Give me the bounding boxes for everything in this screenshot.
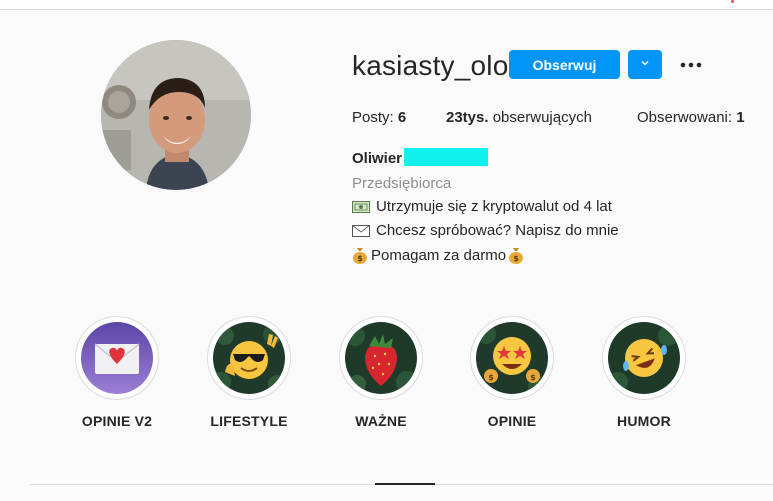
following-label: Obserwowani:	[637, 109, 733, 126]
followers-label: obserwujących	[492, 109, 592, 126]
profile-avatar[interactable]	[101, 40, 251, 190]
bio-line: Utrzymuje się z kryptowalut od 4 lat	[352, 198, 612, 215]
notification-dot	[731, 0, 734, 3]
money-bag-icon: $	[508, 246, 524, 264]
profile-fullname: Oliwier	[352, 150, 403, 167]
highlight-cover: $ $	[470, 316, 554, 400]
story-highlight[interactable]: WAŻNE	[339, 316, 423, 429]
suggestions-dropdown-button[interactable]	[628, 50, 662, 79]
story-highlight[interactable]: HUMOR	[602, 316, 686, 429]
star-struck-face-icon: $ $	[476, 322, 548, 394]
highlight-label: OPINIE V2	[81, 413, 153, 429]
follow-button[interactable]: Obserwuj	[509, 50, 620, 79]
bio-text: Pomagam za darmo	[371, 246, 507, 264]
followers-link[interactable]: 23tys. obserwujących	[446, 109, 592, 126]
envelope-icon	[352, 224, 370, 237]
laughing-face-icon	[608, 322, 680, 394]
bio-text: Utrzymuje się z kryptowalut od 4 lat	[376, 198, 612, 215]
highlight-label: HUMOR	[617, 413, 671, 429]
money-bag-icon: $	[352, 246, 368, 264]
more-dots-icon	[680, 55, 702, 73]
highlight-cover	[207, 316, 291, 400]
redaction-overlay	[404, 148, 488, 166]
posts-value: 6	[397, 109, 407, 126]
strawberry-icon	[345, 322, 417, 394]
svg-text:$: $	[513, 254, 519, 263]
followers-value: 23tys.	[446, 109, 489, 126]
highlight-cover	[75, 316, 159, 400]
highlight-cover	[602, 316, 686, 400]
story-highlight[interactable]: OPINIE V2	[75, 316, 159, 429]
money-bill-icon	[352, 200, 370, 213]
highlight-label: LIFESTYLE	[210, 413, 288, 429]
svg-text:$: $	[357, 254, 363, 263]
love-letter-icon	[81, 322, 153, 394]
highlight-cover	[339, 316, 423, 400]
posts-count: Posty: 6	[352, 109, 406, 126]
top-nav-edge	[0, 0, 773, 10]
svg-text:$: $	[488, 373, 494, 382]
following-link[interactable]: Obserwowani: 1	[637, 109, 745, 126]
following-value: 1	[736, 109, 745, 126]
bio-line: $ Pomagam za darmo $	[352, 246, 527, 264]
posts-label: Posty:	[352, 109, 394, 126]
story-highlight[interactable]: $ $ OPINIE	[470, 316, 554, 429]
chevron-down-icon	[639, 56, 651, 74]
highlight-label: WAŻNE	[355, 413, 407, 429]
highlight-label: OPINIE	[487, 413, 537, 429]
story-highlight[interactable]: LIFESTYLE	[207, 316, 291, 429]
sunglasses-face-icon	[213, 322, 285, 394]
active-tab-indicator[interactable]	[375, 483, 435, 485]
more-options-button[interactable]	[679, 52, 703, 76]
profile-category: Przedsiębiorca	[352, 175, 452, 192]
bio-line: Chcesz spróbować? Napisz do mnie	[352, 222, 619, 239]
top-nav-glyph: ˇ	[82, 0, 86, 8]
bio-text: Chcesz spróbować? Napisz do mnie	[376, 222, 619, 239]
svg-text:$: $	[530, 373, 536, 382]
profile-username: kasiasty_olo	[352, 50, 509, 81]
